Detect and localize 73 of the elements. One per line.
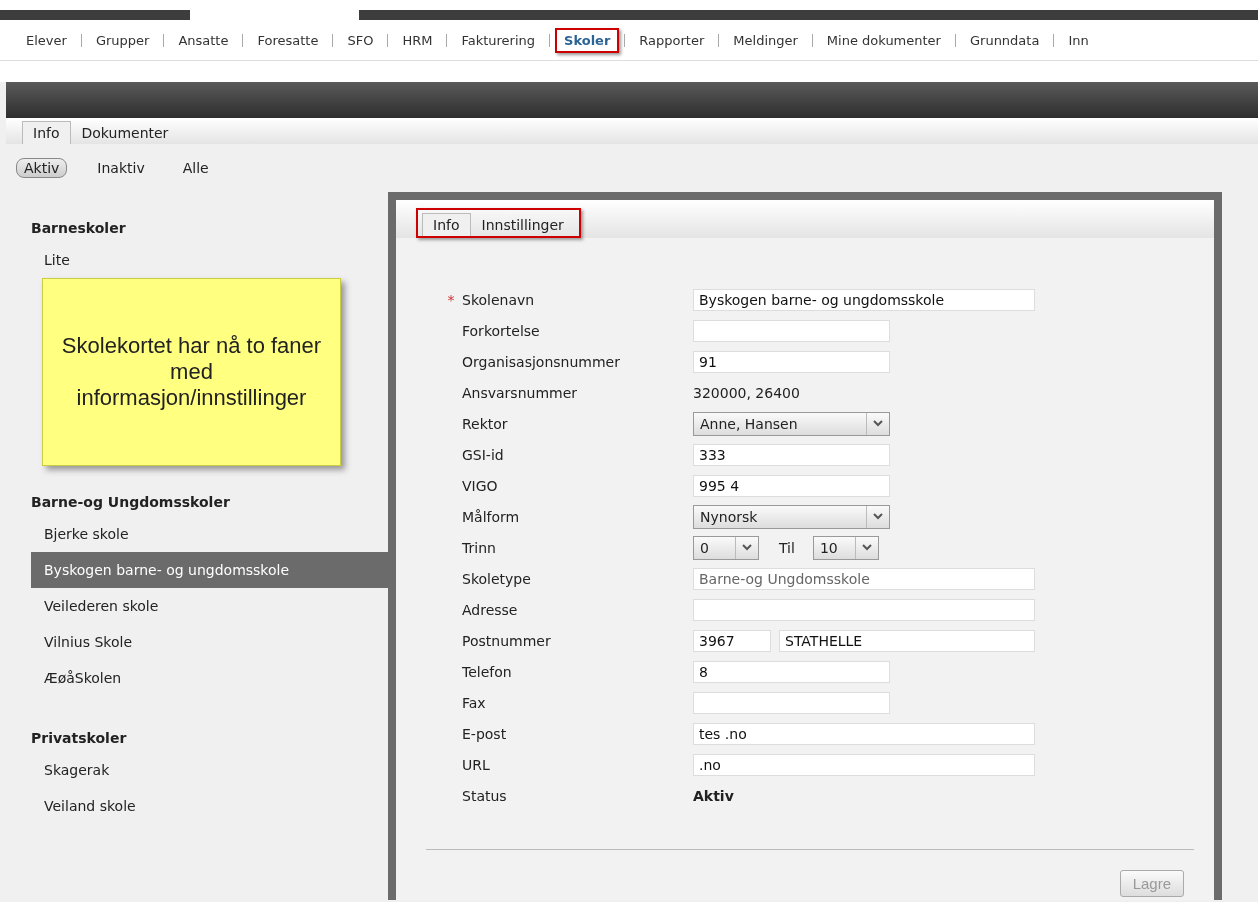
menu-item[interactable]: Inn [1059, 27, 1098, 53]
menu-item[interactable]: HRM [393, 27, 442, 53]
group-title: Privatskoler [30, 729, 128, 748]
field-label: Målform [462, 508, 520, 525]
tab[interactable]: Info [22, 121, 71, 144]
field-label: Postnummer [462, 632, 551, 649]
school-item[interactable]: Veiland skole [31, 788, 149, 824]
menu-item[interactable]: Grunndata [960, 27, 1049, 53]
group-title: Barne-og Ungdomsskoler [30, 493, 231, 512]
tab[interactable]: Dokumenter [70, 121, 180, 144]
field-label: E-post [462, 725, 507, 742]
input-field[interactable]: STATHELLE [779, 629, 1035, 652]
status-value: Aktiv [693, 787, 734, 804]
school-item[interactable]: Veilederen skole [31, 588, 172, 624]
input-field[interactable]: tes .no [693, 722, 1035, 745]
school-item[interactable]: Bjerke skole [31, 516, 142, 552]
school-item[interactable]: ÆøåSkolen [31, 660, 135, 696]
dropdown[interactable]: 0 [693, 535, 759, 560]
dropdown[interactable]: 10 [812, 535, 879, 560]
field-label: Ansvarsnummer [462, 384, 578, 401]
dropdown[interactable]: Nynorsk [693, 504, 890, 529]
menu-item[interactable]: Foresatte [248, 27, 328, 53]
field-label: Status [462, 787, 507, 804]
til-label: Til [779, 539, 795, 556]
menu-item[interactable]: Grupper [86, 27, 159, 53]
caret-icon [861, 544, 872, 551]
input-field[interactable]: 333 [693, 443, 890, 466]
menu-item[interactable]: Meldinger [724, 27, 807, 53]
input-field[interactable]: 91 [693, 350, 890, 373]
field-label: GSI-id [462, 446, 504, 463]
dropdown[interactable]: Anne, Hansen [693, 411, 890, 436]
group-title: Barneskoler [30, 219, 127, 238]
field-label: VIGO [462, 477, 498, 494]
field-label: Forkortelse [462, 322, 540, 339]
input-field[interactable]: 3967 [693, 629, 771, 652]
input-field[interactable] [693, 319, 890, 342]
tab[interactable]: Innstillinger [470, 213, 575, 236]
school-item[interactable]: Byskogen barne- og ungdomsskole [31, 552, 388, 588]
input-field[interactable] [693, 691, 890, 714]
filter-option[interactable]: Alle [174, 158, 217, 178]
field-label: URL [462, 756, 490, 773]
input-field[interactable]: 8 [693, 660, 890, 683]
field-label: Skoletype [462, 570, 531, 587]
menu-item[interactable]: Skoler [555, 27, 620, 53]
field-label: Skolenavn [462, 291, 535, 308]
input-field[interactable]: .no [693, 753, 1035, 776]
field-label: Fax [462, 694, 486, 711]
field-value: 320000, 26400 [693, 384, 800, 401]
menu-item[interactable]: Fakturering [452, 27, 545, 53]
school-item[interactable]: Vilnius Skole [31, 624, 145, 660]
field-label: Organisasjonsnummer [462, 353, 620, 370]
menu-item[interactable]: SFO [338, 27, 383, 53]
required-mark: * [447, 291, 455, 308]
filter-option[interactable]: Inaktiv [89, 158, 153, 178]
caret-icon [873, 513, 883, 520]
input-field[interactable]: Byskogen barne- og ungdomsskole [693, 288, 1035, 311]
menu-item[interactable]: Mine dokumenter [817, 27, 950, 53]
school-item[interactable]: Skagerak [31, 752, 123, 788]
input-field[interactable] [693, 598, 1035, 621]
menu-item[interactable]: Ansatte [169, 27, 238, 53]
field-label: Trinn [462, 539, 496, 556]
field-label: Adresse [462, 601, 518, 618]
menu-item[interactable]: Rapporter [630, 27, 714, 53]
input-field[interactable]: 995 4 [693, 474, 890, 497]
caret-icon [873, 420, 883, 427]
field-label: Rektor [462, 415, 508, 432]
school-item[interactable]: Lite [31, 242, 83, 278]
menu-item[interactable]: Elever [17, 27, 76, 53]
field-label: Telefon [462, 663, 512, 680]
note-text: Skolekortet har nå to faner med informasjon/innstillinger [60, 333, 323, 411]
caret-icon [742, 544, 752, 551]
tab[interactable]: Info [422, 213, 471, 236]
filter-option[interactable]: Aktiv [16, 158, 68, 178]
